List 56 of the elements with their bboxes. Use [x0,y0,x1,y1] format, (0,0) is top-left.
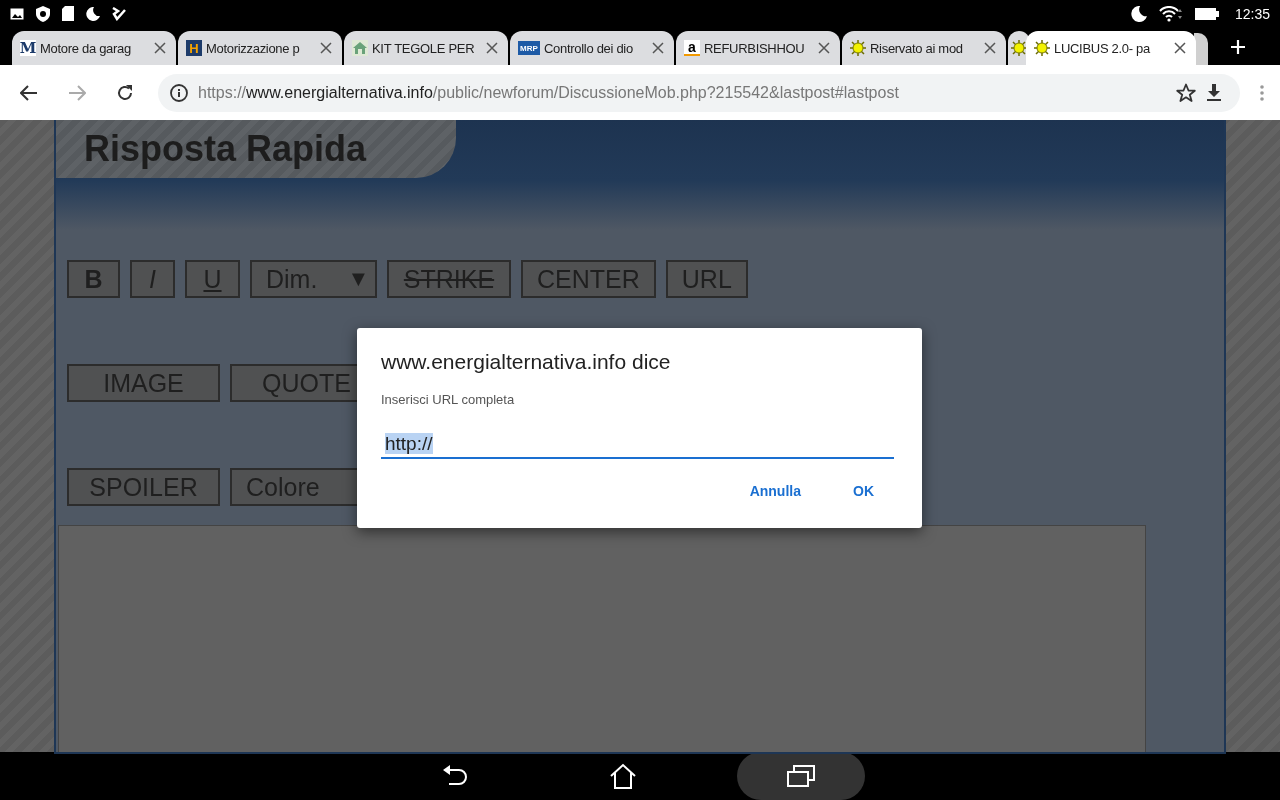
wifi-icon [1158,5,1183,22]
browser-tab[interactable]: H Motorizzazione p [178,31,342,65]
checkmark-icon [112,6,126,21]
tab-title: Controllo dei dio [544,40,634,56]
tab-title: Motore da garag [40,40,132,56]
url-input-field[interactable]: http:// [381,433,894,459]
tab-title: LUCIBUS 2.0- pa [1054,40,1151,56]
download-icon[interactable] [1206,83,1222,102]
recent-apps-icon [786,765,815,787]
address-bar[interactable]: https://www.energialternativa.info/public/newforum/DiscussioneMob.php?215542&lastpost#lastpost [158,73,1240,112]
panel-title: Risposta Rapida [84,128,367,170]
favicon-icon: a [684,40,700,56]
moon-icon [1130,5,1147,22]
close-icon[interactable] [1174,42,1186,54]
more-menu-icon[interactable] [1260,84,1264,101]
tab-title: Riservato ai mod [870,40,964,56]
dialog-message: Inserisci URL completa [381,392,516,407]
favicon-icon: MRP [518,41,540,55]
sun-icon [1011,40,1027,56]
shield-icon [36,5,50,22]
dialog-button[interactable]: Annulla [743,479,807,503]
back-arrow-icon[interactable] [20,84,38,101]
browser-tab[interactable]: MRP Controllo dei dio [510,31,674,65]
house-icon [352,40,368,56]
reload-icon[interactable] [116,83,134,102]
sun-icon [850,40,866,56]
recent-apps-button[interactable] [736,752,865,800]
browser-tab[interactable]: Riservato ai mod [842,31,1006,65]
favicon-icon: M [20,40,36,56]
dialog-title: www.energialternativa.info dice [381,350,672,374]
close-icon[interactable] [652,42,664,54]
new-tab-icon[interactable] [1230,39,1246,55]
moon-icon [86,6,100,21]
close-icon[interactable] [818,42,830,54]
close-icon[interactable] [486,42,498,54]
dialog-button[interactable]: OK [847,479,880,503]
url-text: https://www.energialternativa.info/public/newforum/DiscussioneMob.php?215542&lastpost#lastpost [198,83,900,102]
image-icon [10,7,24,20]
tab-title: Motorizzazione p [206,40,301,56]
browser-tab[interactable]: a REFURBISHHOU [676,31,840,65]
browser-tab[interactable]: M Motore da garag [12,31,176,65]
battery-icon [1194,6,1219,21]
tab-title: REFURBISHHOU [704,40,806,56]
clock-time: 12:35 [1234,5,1270,22]
close-icon[interactable] [154,42,166,54]
sun-icon [1034,40,1050,56]
close-icon[interactable] [984,42,996,54]
sd-card-icon [62,6,74,21]
browser-tab[interactable]: LUCIBUS 2.0- pa [1026,31,1196,65]
tab-title: KIT TEGOLE PER [372,40,476,56]
browser-tab[interactable]: KIT TEGOLE PER [344,31,508,65]
info-icon [170,83,188,102]
home-icon[interactable] [608,763,637,789]
favicon-icon: H [186,40,202,56]
close-icon[interactable] [320,42,332,54]
star-icon[interactable] [1176,82,1196,103]
